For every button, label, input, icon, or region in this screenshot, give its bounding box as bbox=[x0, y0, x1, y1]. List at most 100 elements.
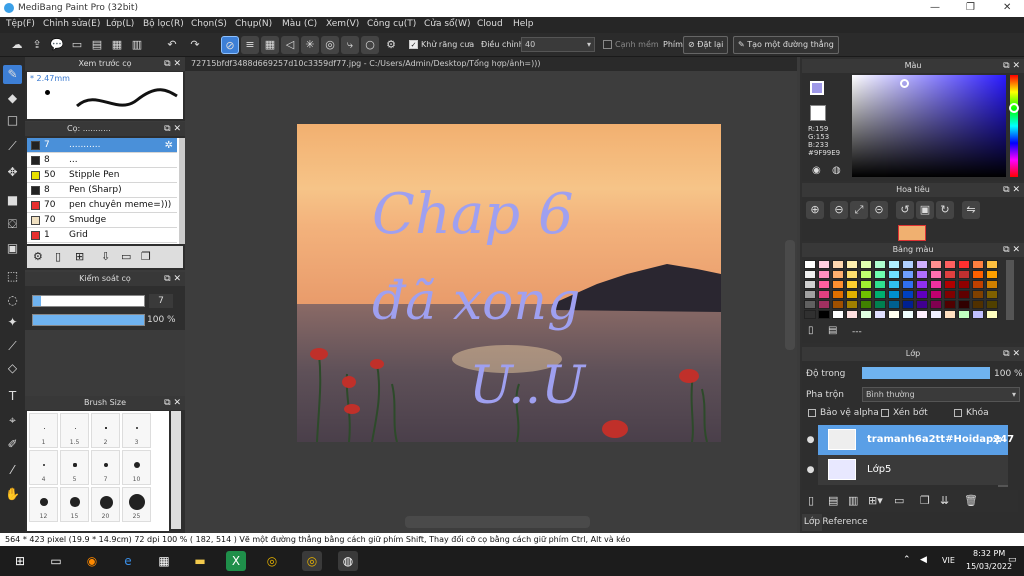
brush-list-item[interactable]: 70 Smudge bbox=[27, 213, 177, 228]
parallel-snap-icon[interactable]: ≡ bbox=[241, 36, 259, 54]
speaker-icon[interactable]: ◀ bbox=[920, 555, 927, 565]
tab-layer[interactable]: Lớp bbox=[802, 514, 822, 531]
palette-swatch[interactable] bbox=[846, 270, 858, 279]
select-pen-tool-icon[interactable]: ⟋ bbox=[3, 337, 22, 356]
divide-tool-icon[interactable]: ✐ bbox=[3, 435, 22, 454]
palette-swatch[interactable] bbox=[804, 290, 816, 299]
tab-reference[interactable]: Reference bbox=[822, 514, 868, 531]
share-icon[interactable]: ⇪ bbox=[28, 36, 46, 54]
palette-swatch[interactable] bbox=[944, 310, 956, 319]
brush-tool-icon[interactable]: ✎ bbox=[3, 65, 22, 84]
excel-icon[interactable]: X bbox=[226, 551, 246, 571]
new-layer-icon[interactable]: ▯ bbox=[808, 494, 814, 507]
bucket-tool-icon[interactable]: ⛋ bbox=[3, 215, 22, 234]
add-brush-icon[interactable]: ⊞ bbox=[75, 250, 84, 263]
tablet-icon[interactable]: ▭ bbox=[68, 36, 86, 54]
brush-list-item[interactable]: 1 Grid bbox=[27, 228, 177, 243]
brush-size-cell[interactable]: 5 bbox=[60, 450, 89, 485]
palette-swatch[interactable] bbox=[832, 290, 844, 299]
palette-icon[interactable]: ◉ bbox=[812, 165, 821, 176]
brush-list-item[interactable]: 8... bbox=[27, 153, 177, 168]
palette-swatch[interactable] bbox=[944, 290, 956, 299]
menu-file[interactable]: Tệp(F) bbox=[6, 19, 35, 29]
brush-size-scrollbar[interactable] bbox=[171, 411, 181, 529]
palette-swatch[interactable] bbox=[972, 310, 984, 319]
horizontal-scrollbar[interactable] bbox=[405, 516, 590, 528]
palette-swatch[interactable] bbox=[972, 280, 984, 289]
straight-line-button[interactable]: ✎ Tạo một đường thẳng bbox=[733, 36, 839, 54]
new-palette-icon[interactable]: ▯ bbox=[808, 325, 814, 336]
hand-tool-icon[interactable]: ✋ bbox=[3, 485, 22, 504]
menu-select[interactable]: Chọn(S) bbox=[191, 19, 227, 29]
palette-swatch[interactable] bbox=[972, 290, 984, 299]
notification-icon[interactable]: ▭ bbox=[1008, 555, 1017, 565]
palette-swatch[interactable] bbox=[958, 280, 970, 289]
gear-icon[interactable]: ✲ bbox=[992, 425, 1002, 455]
palette-swatch[interactable] bbox=[972, 260, 984, 269]
store-icon[interactable]: ▦ bbox=[154, 551, 174, 571]
menu-edit[interactable]: Chỉnh sửa(E) bbox=[43, 19, 100, 29]
palette-swatch[interactable] bbox=[804, 270, 816, 279]
menu-cloud[interactable]: Cloud bbox=[477, 19, 503, 29]
eraser-tool-icon[interactable]: ◆ bbox=[3, 89, 22, 108]
palette-swatch[interactable] bbox=[846, 300, 858, 309]
new-page-icon[interactable]: ▯ bbox=[55, 250, 61, 263]
rotate-right-icon[interactable]: ↻ bbox=[936, 201, 954, 219]
clip-checkbox[interactable] bbox=[881, 408, 889, 417]
palette-swatch[interactable] bbox=[902, 290, 914, 299]
palette-swatch[interactable] bbox=[930, 300, 942, 309]
zoom-in-icon[interactable]: ⊕ bbox=[806, 201, 824, 219]
brush-size-slider[interactable] bbox=[32, 295, 145, 307]
palette-swatch[interactable] bbox=[972, 270, 984, 279]
palette-swatch[interactable] bbox=[986, 280, 998, 289]
brush-size-cell[interactable]: 3 bbox=[122, 413, 151, 448]
antialias-checkbox[interactable]: ✓ bbox=[409, 40, 418, 49]
palette-swatch[interactable] bbox=[874, 290, 886, 299]
panel-controls-icon[interactable]: ⧉ ✕ bbox=[1003, 59, 1020, 73]
palette-swatch[interactable] bbox=[832, 260, 844, 269]
palette-swatch[interactable] bbox=[888, 260, 900, 269]
protect-alpha-option[interactable]: Bảo vệ alpha bbox=[808, 408, 879, 418]
panel-controls-icon[interactable]: ⧉ ✕ bbox=[1003, 347, 1020, 361]
file-explorer-icon[interactable]: ▬ bbox=[190, 551, 210, 571]
chrome-icon-active[interactable]: ◎ bbox=[302, 551, 322, 571]
palette-swatch[interactable] bbox=[818, 260, 830, 269]
folder-icon[interactable]: ▭ bbox=[121, 250, 131, 263]
operation-tool-icon[interactable]: ⌖ bbox=[3, 411, 22, 430]
vertical-scrollbar[interactable] bbox=[785, 240, 795, 350]
rotate-left-icon[interactable]: ↺ bbox=[896, 201, 914, 219]
gear-icon[interactable]: ⚙ bbox=[33, 250, 43, 263]
menu-layer[interactable]: Lớp(L) bbox=[106, 19, 134, 29]
palette-swatch[interactable] bbox=[944, 270, 956, 279]
panel-controls-icon[interactable]: ⧉ ✕ bbox=[1003, 183, 1020, 197]
language-indicator[interactable]: VIE bbox=[942, 556, 955, 565]
duplicate-icon[interactable]: ❐ bbox=[141, 250, 151, 263]
fit-icon[interactable]: ⤢ bbox=[850, 201, 868, 219]
new-8bit-layer-icon[interactable]: ▥ bbox=[848, 494, 858, 507]
perspective-snap-icon[interactable]: ◁ bbox=[281, 36, 299, 54]
menu-view[interactable]: Xem(V) bbox=[326, 19, 359, 29]
palette-swatch[interactable] bbox=[986, 300, 998, 309]
palette-swatch[interactable] bbox=[958, 310, 970, 319]
palette-swatch[interactable] bbox=[818, 270, 830, 279]
palette-swatch[interactable] bbox=[930, 260, 942, 269]
rectangle-tool-icon[interactable]: □ bbox=[3, 111, 22, 130]
gear-icon[interactable]: ✲ bbox=[165, 138, 173, 153]
palette-swatch[interactable] bbox=[874, 310, 886, 319]
palette-swatch[interactable] bbox=[846, 280, 858, 289]
palette-swatch[interactable] bbox=[930, 280, 942, 289]
protect-alpha-checkbox[interactable] bbox=[808, 408, 816, 417]
blend-mode-select[interactable]: Bình thường ▾ bbox=[862, 387, 1020, 402]
folder-icon[interactable]: ▭ bbox=[894, 494, 904, 507]
brush-opacity-slider[interactable] bbox=[32, 314, 145, 326]
select-eraser-tool-icon[interactable]: ◇ bbox=[3, 359, 22, 378]
palette-swatch[interactable] bbox=[832, 270, 844, 279]
circle-snap-icon[interactable]: ○ bbox=[361, 36, 379, 54]
menu-tools[interactable]: Công cụ(T) bbox=[367, 19, 416, 29]
menu-window[interactable]: Cửa sổ(W) bbox=[424, 19, 470, 29]
minimize-icon[interactable]: — bbox=[930, 2, 940, 13]
brush-size-cell[interactable]: 4 bbox=[29, 450, 58, 485]
brush-size-cell[interactable]: 7 bbox=[91, 450, 120, 485]
palette-swatch[interactable] bbox=[972, 300, 984, 309]
document-icon[interactable]: ▤ bbox=[88, 36, 106, 54]
